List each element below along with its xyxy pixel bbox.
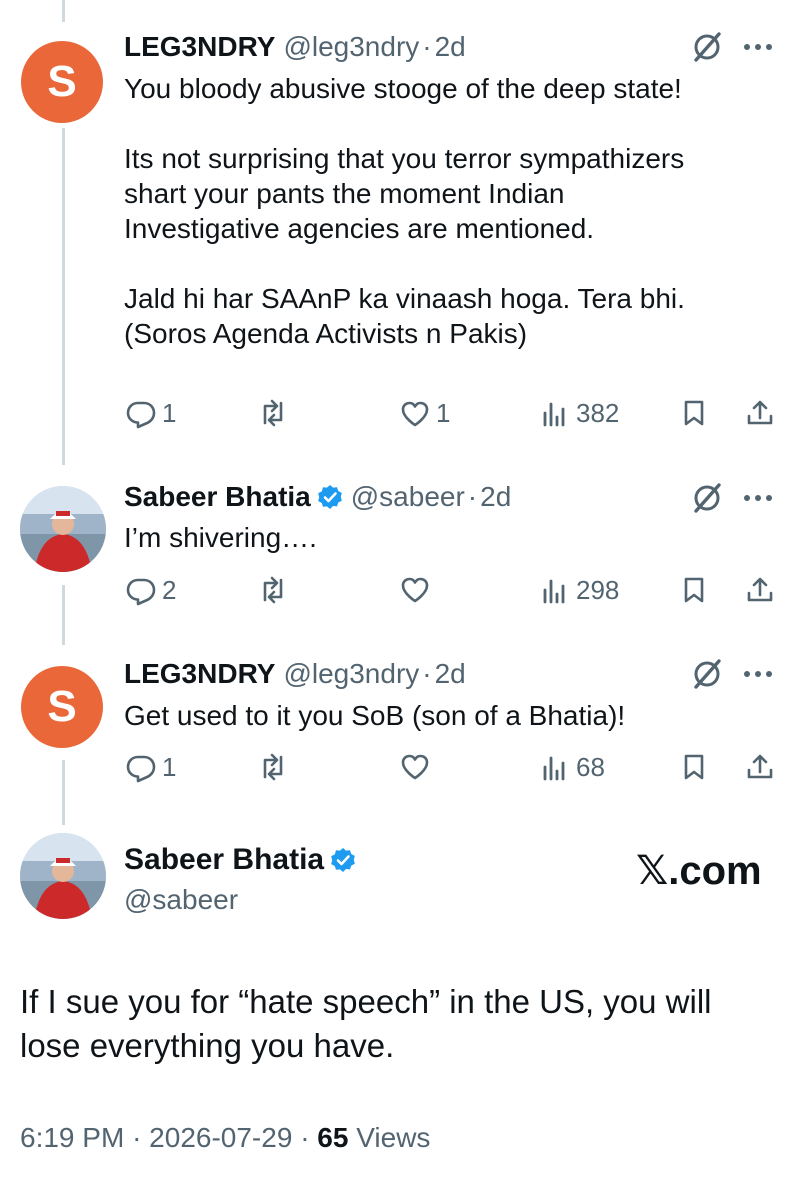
author-handle[interactable]: @sabeer · 2d bbox=[351, 481, 512, 513]
more-icon[interactable] bbox=[742, 493, 774, 503]
grok-icon[interactable] bbox=[690, 481, 724, 515]
reply-button[interactable]: 1 bbox=[126, 398, 176, 429]
bookmark-icon bbox=[684, 754, 704, 780]
author-name[interactable]: LEG3NDRY bbox=[124, 31, 275, 63]
reply-count: 1 bbox=[162, 398, 177, 428]
retweet-icon bbox=[263, 576, 283, 604]
retweet-button[interactable] bbox=[258, 398, 294, 428]
like-button[interactable] bbox=[400, 752, 436, 782]
tweet-text: I’m shivering…. bbox=[124, 522, 317, 553]
tweet-text: Get used to it you SoB (son of a Bhatia)… bbox=[124, 700, 626, 731]
views-count: 298 bbox=[576, 575, 620, 605]
bookmark-button[interactable] bbox=[679, 575, 709, 605]
retweet-icon bbox=[263, 753, 283, 781]
main-tweet-text: If I sue you for “hate speech” in the US… bbox=[20, 983, 712, 1064]
reply-icon bbox=[126, 578, 156, 605]
tweet-header: LEG3NDRY @leg3ndry · 2d bbox=[124, 31, 466, 63]
bookmark-icon bbox=[684, 577, 704, 603]
views-icon bbox=[543, 756, 565, 780]
views-button[interactable]: 382 bbox=[540, 398, 619, 429]
views-icon bbox=[543, 402, 565, 426]
author-name[interactable]: Sabeer Bhatia bbox=[124, 481, 311, 513]
main-author-handle[interactable]: @sabeer bbox=[124, 884, 238, 916]
like-button[interactable]: 1 bbox=[400, 398, 450, 429]
author-handle[interactable]: @leg3ndry · 2d bbox=[283, 658, 465, 690]
bookmark-icon bbox=[684, 400, 704, 426]
retweet-button[interactable] bbox=[258, 575, 294, 605]
thread-line-1 bbox=[62, 128, 65, 465]
reply-count: 2 bbox=[162, 575, 177, 605]
main-author-name[interactable]: Sabeer Bhatia bbox=[124, 843, 356, 877]
avatar[interactable] bbox=[20, 833, 106, 919]
tweet-time[interactable]: 6:19 PM bbox=[20, 1122, 124, 1153]
tweet-header: Sabeer Bhatia @sabeer · 2d bbox=[124, 481, 511, 513]
avatar-photo bbox=[20, 833, 106, 919]
share-icon bbox=[747, 400, 773, 425]
tweet-text: You bloody abusive stooge of the deep st… bbox=[124, 73, 685, 349]
avatar-letter: S bbox=[47, 682, 77, 731]
author-name[interactable]: LEG3NDRY bbox=[124, 658, 275, 690]
thread-line-3 bbox=[62, 760, 65, 825]
avatar-photo bbox=[20, 486, 106, 572]
avatar[interactable] bbox=[20, 486, 106, 572]
views-label: Views bbox=[356, 1122, 431, 1153]
reply-icon bbox=[126, 401, 156, 428]
share-icon bbox=[747, 754, 773, 779]
views-count: 382 bbox=[576, 398, 620, 428]
share-icon bbox=[747, 577, 773, 602]
like-icon bbox=[401, 577, 429, 603]
share-button[interactable] bbox=[745, 398, 775, 428]
thread-line-2 bbox=[62, 585, 65, 645]
views-button[interactable]: 298 bbox=[540, 575, 619, 606]
bookmark-button[interactable] bbox=[679, 398, 709, 428]
tweet-date[interactable]: 2026-07-29 bbox=[149, 1122, 292, 1153]
share-button[interactable] bbox=[745, 752, 775, 782]
reply-button[interactable]: 2 bbox=[126, 575, 176, 606]
views-count: 65 bbox=[317, 1122, 349, 1153]
tweet-header: LEG3NDRY @leg3ndry · 2d bbox=[124, 658, 466, 690]
avatar[interactable]: S bbox=[21, 666, 103, 748]
like-icon bbox=[401, 754, 429, 780]
retweet-icon bbox=[263, 399, 283, 427]
more-icon[interactable] bbox=[742, 42, 774, 52]
reply-count: 1 bbox=[162, 752, 177, 782]
grok-icon[interactable] bbox=[690, 30, 724, 64]
bookmark-button[interactable] bbox=[679, 752, 709, 782]
like-count: 1 bbox=[436, 398, 451, 428]
watermark: 𝕏.com bbox=[636, 849, 762, 893]
views-count: 68 bbox=[576, 752, 605, 782]
author-handle[interactable]: @leg3ndry · 2d bbox=[283, 31, 465, 63]
views-button[interactable]: 68 bbox=[540, 752, 605, 783]
thread-line-top bbox=[62, 0, 65, 22]
retweet-button[interactable] bbox=[258, 752, 294, 782]
like-button[interactable] bbox=[400, 575, 436, 605]
share-button[interactable] bbox=[745, 575, 775, 605]
avatar-letter: S bbox=[47, 57, 77, 106]
verified-badge-icon bbox=[331, 848, 355, 872]
avatar[interactable]: S bbox=[21, 41, 103, 123]
reply-button[interactable]: 1 bbox=[126, 752, 176, 783]
tweet-meta: 6:19 PM · 2026-07-29 · 65 Views bbox=[20, 1122, 431, 1153]
views-icon bbox=[543, 579, 565, 603]
reply-icon bbox=[126, 755, 156, 782]
verified-badge-icon bbox=[317, 485, 342, 509]
grok-icon[interactable] bbox=[690, 657, 724, 691]
like-icon bbox=[401, 401, 429, 426]
more-icon[interactable] bbox=[742, 669, 774, 679]
